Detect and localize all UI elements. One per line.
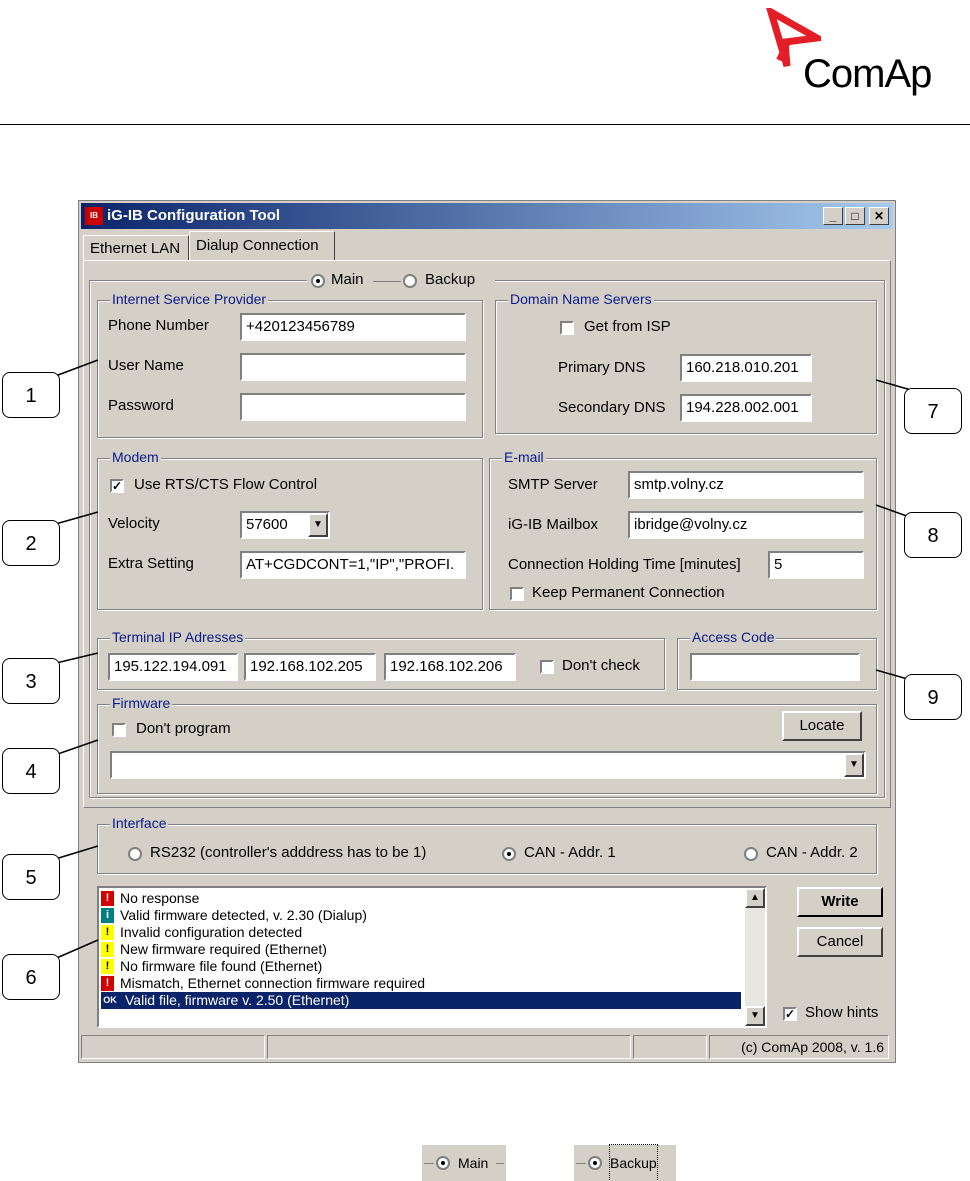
callout-6: 6 [2, 954, 60, 1000]
sample-backup: Backup [574, 1144, 676, 1181]
callout-4: 4 [2, 748, 60, 794]
sample-backup-radio [588, 1156, 602, 1170]
callout-3: 3 [2, 658, 60, 704]
callout-7: 7 [904, 388, 962, 434]
callout-5: 5 [2, 854, 60, 900]
callout-1: 1 [2, 372, 60, 418]
callout-2: 2 [2, 520, 60, 566]
sample-main-label: Main [458, 1155, 489, 1171]
sample-backup-label: Backup [609, 1144, 658, 1181]
callout-8: 8 [904, 512, 962, 558]
callout-connectors [49, 359, 919, 961]
sample-main-radio [436, 1156, 450, 1170]
sample-main: Main [422, 1145, 506, 1181]
callout-9: 9 [904, 674, 962, 720]
